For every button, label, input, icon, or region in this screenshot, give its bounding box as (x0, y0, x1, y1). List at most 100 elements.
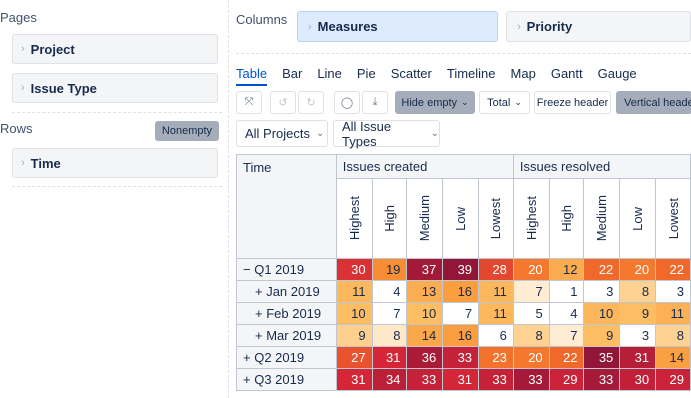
columns-item-priority[interactable]: › Priority (506, 11, 691, 42)
total-dropdown[interactable]: Total ⌄ (479, 91, 530, 114)
tab-line[interactable]: Line (317, 66, 342, 86)
priority-header-high[interactable]: High (371, 178, 408, 259)
table-cell[interactable]: 39 (442, 258, 480, 281)
table-cell[interactable]: 7 (442, 302, 480, 325)
table-cell[interactable]: 7 (548, 324, 585, 347)
priority-header-medium[interactable]: Medium (406, 178, 444, 259)
row-header[interactable]: + Q3 2019 (236, 368, 337, 391)
issue-types-filter-dropdown[interactable]: All Issue Types ⌄ (333, 119, 440, 149)
table-cell[interactable]: 8 (371, 324, 408, 347)
table-cell[interactable]: 10 (406, 302, 444, 325)
table-cell[interactable]: 33 (478, 368, 514, 391)
download-icon[interactable]: ⤓ (362, 91, 388, 114)
table-cell[interactable]: 20 (619, 258, 657, 281)
table-cell[interactable]: 37 (406, 258, 444, 281)
table-cell[interactable]: 4 (548, 302, 585, 325)
table-cell[interactable]: 3 (583, 280, 621, 303)
table-cell[interactable]: 11 (478, 302, 514, 325)
row-header[interactable]: + Q2 2019 (236, 346, 337, 369)
table-cell[interactable]: 20 (512, 258, 550, 281)
projects-filter-dropdown[interactable]: All Projects ⌄ (236, 120, 328, 147)
table-cell[interactable]: 36 (406, 346, 444, 369)
table-cell[interactable]: 33 (406, 368, 444, 391)
priority-header-lowest[interactable]: Lowest (655, 178, 691, 259)
redo-icon[interactable]: ↻ (298, 91, 324, 114)
table-cell[interactable]: 10 (335, 302, 373, 325)
undo-icon[interactable]: ↺ (270, 91, 296, 114)
table-cell[interactable]: 19 (371, 258, 408, 281)
group-header-resolved[interactable]: Issues resolved (512, 154, 691, 179)
table-cell[interactable]: 6 (478, 324, 514, 347)
table-cell[interactable]: 30 (335, 258, 373, 281)
tab-gauge[interactable]: Gauge (598, 66, 637, 86)
priority-header-highest[interactable]: Highest (512, 178, 550, 259)
pages-item-project[interactable]: › Project (12, 34, 218, 64)
row-header[interactable]: − Q1 2019 (236, 258, 337, 281)
table-cell[interactable]: 9 (583, 324, 621, 347)
vertical-header-button[interactable]: Vertical header (616, 91, 691, 114)
tab-scatter[interactable]: Scatter (391, 66, 432, 86)
table-cell[interactable]: 5 (512, 302, 550, 325)
table-cell[interactable]: 20 (512, 346, 550, 369)
table-cell[interactable]: 31 (442, 368, 480, 391)
table-cell[interactable]: 4 (371, 280, 408, 303)
table-cell[interactable]: 7 (371, 302, 408, 325)
table-cell[interactable]: 33 (512, 368, 550, 391)
row-header[interactable]: + Jan 2019 (236, 280, 337, 303)
table-cell[interactable]: 27 (335, 346, 373, 369)
table-cell[interactable]: 34 (371, 368, 408, 391)
tab-map[interactable]: Map (511, 66, 536, 86)
priority-header-highest[interactable]: Highest (335, 178, 373, 259)
table-cell[interactable]: 31 (371, 346, 408, 369)
table-cell[interactable]: 12 (548, 258, 585, 281)
table-cell[interactable]: 11 (478, 280, 514, 303)
table-cell[interactable]: 9 (619, 302, 657, 325)
table-cell[interactable]: 14 (655, 346, 691, 369)
table-cell[interactable]: 22 (655, 258, 691, 281)
table-cell[interactable]: 22 (583, 258, 621, 281)
table-cell[interactable]: 33 (583, 368, 621, 391)
group-header-created[interactable]: Issues created (335, 154, 514, 179)
tab-gantt[interactable]: Gantt (551, 66, 583, 86)
table-cell[interactable]: 31 (619, 346, 657, 369)
priority-header-low[interactable]: Low (442, 178, 480, 259)
row-header[interactable]: + Feb 2019 (236, 302, 337, 325)
tab-timeline[interactable]: Timeline (447, 66, 496, 86)
row-header[interactable]: + Mar 2019 (236, 324, 337, 347)
table-cell[interactable]: 28 (478, 258, 514, 281)
table-cell[interactable]: 10 (583, 302, 621, 325)
table-cell[interactable]: 1 (548, 280, 585, 303)
table-cell[interactable]: 29 (655, 368, 691, 391)
table-cell[interactable]: 35 (583, 346, 621, 369)
comment-icon[interactable]: ◯ (334, 91, 360, 114)
freeze-header-button[interactable]: Freeze header (534, 91, 611, 114)
priority-header-lowest[interactable]: Lowest (478, 178, 514, 259)
table-cell[interactable]: 31 (335, 368, 373, 391)
table-cell[interactable]: 3 (619, 324, 657, 347)
fullscreen-icon[interactable]: ⤧ (236, 91, 262, 114)
rows-item-time[interactable]: › Time (12, 148, 218, 178)
table-cell[interactable]: 22 (548, 346, 585, 369)
priority-header-high[interactable]: High (548, 178, 585, 259)
table-cell[interactable]: 3 (655, 280, 691, 303)
table-cell[interactable]: 11 (335, 280, 373, 303)
table-cell[interactable]: 23 (478, 346, 514, 369)
table-cell[interactable]: 8 (512, 324, 550, 347)
table-cell[interactable]: 13 (406, 280, 444, 303)
table-cell[interactable]: 7 (512, 280, 550, 303)
table-cell[interactable]: 11 (655, 302, 691, 325)
priority-header-medium[interactable]: Medium (583, 178, 621, 259)
table-cell[interactable]: 14 (406, 324, 444, 347)
hide-empty-dropdown[interactable]: Hide empty ⌄ (395, 91, 475, 114)
table-cell[interactable]: 9 (335, 324, 373, 347)
nonempty-button[interactable]: Nonempty (155, 121, 219, 141)
tab-bar[interactable]: Bar (282, 66, 302, 86)
tab-table[interactable]: Table (236, 66, 268, 86)
table-cell[interactable]: 8 (655, 324, 691, 347)
table-cell[interactable]: 8 (619, 280, 657, 303)
columns-item-measures[interactable]: › Measures (297, 11, 498, 42)
table-cell[interactable]: 33 (442, 346, 480, 369)
table-cell[interactable]: 16 (442, 324, 480, 347)
tab-pie[interactable]: Pie (357, 66, 376, 86)
table-cell[interactable]: 29 (548, 368, 585, 391)
